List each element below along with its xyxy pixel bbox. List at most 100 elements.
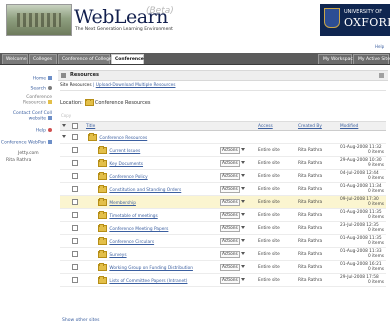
modified-date: 29-Jul-2008 17:58 (340, 275, 379, 280)
access-cell: Entire site (256, 247, 296, 261)
created-by-cell: Rita Rathra (296, 156, 338, 170)
row-checkbox[interactable] (72, 237, 78, 244)
created-by-cell: Rita Rathra (296, 143, 338, 157)
modified-date: 09-Jul-2008 17:30 (340, 197, 379, 202)
reset-icon[interactable] (379, 73, 384, 78)
sidebar-sub-text: Rita Rathra (6, 158, 32, 163)
created-by-cell: Rita Rathra (296, 182, 338, 196)
chevron-down-icon (241, 160, 246, 164)
chevron-down-icon (241, 186, 246, 190)
modified-date: 01-Aug-2008 16:21 (340, 262, 382, 267)
site-header: WebLearn (Beta) The Next Generation Lear… (0, 0, 390, 49)
resource-title-link[interactable]: Conference Circulars (109, 240, 154, 245)
row-checkbox[interactable] (72, 172, 78, 179)
created-by-cell: Rita Rathra (296, 260, 338, 274)
access-cell: Entire site (256, 169, 296, 183)
actions-dropdown[interactable]: Actions (220, 224, 240, 232)
actions-dropdown[interactable]: Actions (220, 172, 240, 180)
resource-title-link[interactable]: Working Group on Funding Distribution (109, 266, 193, 271)
row-checkbox[interactable] (72, 159, 78, 166)
modified-cell: 01-Aug-2008 11:32 0 items (338, 143, 386, 157)
size-cell: 0 items (367, 280, 384, 285)
sidebar-item-contact[interactable]: Contact Conf Coll website (8, 111, 52, 122)
help-link[interactable]: Help (375, 44, 384, 49)
sidebar-sub-text: Jetty.com (18, 151, 39, 156)
modified-date: 01-Aug-2008 11:32 (340, 145, 382, 150)
row-checkbox[interactable] (72, 185, 78, 192)
search-icon (48, 86, 52, 90)
tab-conference[interactable]: Conference (111, 54, 144, 64)
sidebar-item-label: Search (30, 86, 46, 92)
resource-title-link[interactable]: Membership (109, 201, 136, 206)
row-checkbox[interactable] (72, 198, 78, 205)
actions-dropdown[interactable]: Actions (220, 237, 240, 245)
column-header-created-by[interactable]: Created By (296, 121, 338, 131)
actions-dropdown[interactable]: Actions (220, 159, 240, 167)
created-by-cell: Rita Rathra (296, 221, 338, 235)
column-header-title[interactable]: Title (84, 121, 218, 131)
sidebar-item-home[interactable]: Home (33, 76, 52, 82)
resource-title-link[interactable]: Surveys (109, 253, 126, 258)
chevron-down-icon (241, 251, 246, 255)
size-cell: 0 items (367, 267, 384, 272)
modified-cell: 01-Aug-2008 11:35 0 items (338, 234, 386, 248)
sidebar-item-webpan[interactable]: Conference WebPan (1, 140, 52, 146)
chevron-down-icon (241, 199, 246, 203)
actions-dropdown[interactable]: Actions (220, 198, 240, 206)
link-icon (48, 116, 52, 120)
table-row: Timetable of meetings Actions Entire site… (60, 208, 386, 222)
tool-menu: Home Search Conference Resources Contact… (0, 66, 56, 322)
table-header-row: Title Access Created By Modified (60, 121, 386, 131)
modified-cell: 09-Jul-2008 17:30 0 items (338, 195, 386, 209)
modified-date: 01-Aug-2008 11:33 (340, 249, 382, 254)
actions-dropdown[interactable]: Actions (220, 250, 240, 258)
access-cell: Entire site (256, 234, 296, 248)
row-checkbox[interactable] (72, 224, 78, 231)
tab-my-active-sites[interactable]: My Active Sites (353, 54, 390, 64)
row-checkbox[interactable] (72, 276, 78, 283)
resource-title-link[interactable]: Current Issues (109, 149, 140, 154)
resource-title-link[interactable]: Conference Meeting Papers (109, 227, 168, 232)
collapse-icon[interactable] (62, 134, 66, 138)
access-cell: Entire site (256, 195, 296, 209)
sidebar-item-label: Home (32, 76, 46, 82)
tab-welcome[interactable]: Welcome (2, 54, 28, 64)
chevron-down-icon (241, 277, 246, 281)
resource-title-link[interactable]: Conference Policy (109, 175, 147, 180)
folder-icon (48, 100, 52, 104)
sidebar-item-help[interactable]: Help (36, 128, 52, 134)
resource-title-link[interactable]: Timetable of meetings (109, 214, 157, 219)
expand-all-icon[interactable] (62, 123, 66, 127)
modified-cell: 01-Aug-2008 11:35 0 items (338, 208, 386, 222)
row-checkbox[interactable] (72, 211, 78, 218)
modified-date: 04-Jul-2008 12:44 (340, 171, 379, 176)
actions-dropdown[interactable]: Actions (220, 263, 240, 271)
actions-dropdown[interactable]: Actions (220, 276, 240, 284)
web-icon (48, 140, 52, 144)
row-checkbox[interactable] (72, 133, 78, 140)
row-checkbox[interactable] (72, 250, 78, 257)
folder-icon (98, 263, 107, 271)
column-header-access[interactable]: Access (256, 121, 296, 131)
actions-dropdown[interactable]: Actions (220, 211, 240, 219)
actions-dropdown[interactable]: Actions (220, 146, 240, 154)
tab-my-workspace[interactable]: My Workspace (318, 54, 356, 64)
subnav-upload-download-link[interactable]: Upload-Download Multiple Resources (96, 83, 176, 88)
copy-action-button[interactable]: Copy (61, 113, 71, 118)
select-all-checkbox[interactable] (72, 122, 78, 129)
row-checkbox[interactable] (72, 263, 78, 270)
show-other-sites-link[interactable]: Show other sites (62, 318, 99, 323)
created-by-cell: Rita Rathra (296, 234, 338, 248)
tab-colleges[interactable]: Colleges (29, 54, 57, 64)
sidebar-item-resources[interactable]: Conference Resources (8, 95, 52, 106)
resource-title-link[interactable]: Conference Resources (99, 136, 147, 141)
row-checkbox[interactable] (72, 146, 78, 153)
tab-conference-of-colleges[interactable]: Conference of Colleges (58, 54, 114, 64)
sidebar-item-search[interactable]: Search (31, 86, 52, 92)
column-header-modified[interactable]: Modified (338, 121, 386, 131)
resource-title-link[interactable]: Lists of Committee Papers (Intranet) (109, 279, 187, 284)
actions-dropdown[interactable]: Actions (220, 185, 240, 193)
resource-title-link[interactable]: Key Documents (109, 162, 143, 167)
oxford-logo[interactable]: UNIVERSITY OF OXFORD (320, 4, 390, 36)
resource-title-link[interactable]: Constitution and Standing Orders (109, 188, 181, 193)
